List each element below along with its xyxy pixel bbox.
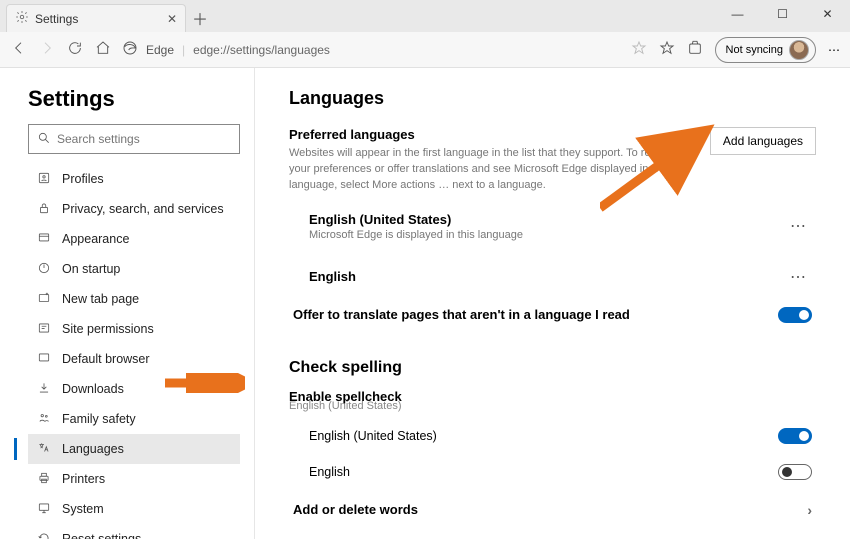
printer-icon — [36, 471, 52, 488]
sidebar-item-label: System — [62, 502, 104, 516]
settings-sidebar: Settings Profiles Privacy, search, and s… — [0, 68, 255, 539]
newtab-icon — [36, 291, 52, 308]
sidebar-item-label: Privacy, search, and services — [62, 202, 224, 216]
spellcheck-sub: English (United States) — [289, 400, 816, 412]
sidebar-item-label: New tab page — [62, 292, 139, 306]
check-spelling-heading: Check spelling — [289, 359, 816, 377]
product-label: Edge — [146, 43, 174, 57]
sidebar-item-label: Downloads — [62, 382, 124, 396]
add-languages-button[interactable]: Add languages — [710, 127, 816, 155]
back-button[interactable] — [10, 40, 28, 59]
sidebar-item-permissions[interactable]: Site permissions — [28, 314, 240, 344]
add-delete-words-row[interactable]: Add or delete words › — [289, 490, 816, 530]
language-sub: Microsoft Edge is displayed in this lang… — [309, 229, 523, 241]
browser-tab[interactable]: Settings ✕ — [6, 4, 186, 32]
forward-button — [38, 40, 56, 59]
sidebar-item-printers[interactable]: Printers — [28, 464, 240, 494]
lock-icon — [36, 201, 52, 218]
edge-logo-icon — [122, 40, 138, 59]
sidebar-item-label: Site permissions — [62, 322, 154, 336]
search-icon — [37, 131, 51, 148]
sidebar-item-languages[interactable]: Languages — [28, 434, 240, 464]
profile-icon — [36, 171, 52, 188]
sidebar-item-system[interactable]: System — [28, 494, 240, 524]
sidebar-item-startup[interactable]: On startup — [28, 254, 240, 284]
refresh-button[interactable] — [66, 40, 84, 59]
system-icon — [36, 501, 52, 518]
sidebar-item-newtab[interactable]: New tab page — [28, 284, 240, 314]
language-row: English ⋯ — [289, 259, 816, 295]
page-heading: Languages — [289, 88, 816, 109]
translate-label: Offer to translate pages that aren't in … — [293, 307, 630, 322]
minimize-button[interactable]: — — [715, 0, 760, 28]
title-bar: Settings ✕ ＋ — ☐ ✕ — [0, 0, 850, 32]
reset-icon — [36, 531, 52, 539]
sidebar-title: Settings — [28, 86, 240, 112]
sidebar-item-label: Printers — [62, 472, 105, 486]
maximize-button[interactable]: ☐ — [760, 0, 805, 28]
preferred-languages-head: Preferred languages Websites will appear… — [289, 127, 816, 194]
separator: | — [182, 43, 185, 57]
sidebar-item-label: Profiles — [62, 172, 104, 186]
spell-lang-name: English — [309, 465, 350, 479]
appearance-icon — [36, 231, 52, 248]
browser-icon — [36, 351, 52, 368]
avatar — [789, 40, 809, 60]
language-row: English (United States) Microsoft Edge i… — [289, 204, 816, 249]
preferred-label: Preferred languages — [289, 127, 692, 142]
close-window-button[interactable]: ✕ — [805, 0, 850, 28]
sidebar-item-label: Appearance — [62, 232, 129, 246]
permissions-icon — [36, 321, 52, 338]
search-settings-box[interactable] — [28, 124, 240, 154]
family-icon — [36, 411, 52, 428]
chevron-right-icon: › — [807, 502, 812, 518]
language-name: English — [309, 269, 356, 284]
home-button[interactable] — [94, 40, 112, 59]
more-actions-button[interactable]: ⋯ — [786, 267, 812, 287]
spell-lang-toggle[interactable] — [778, 464, 812, 480]
address-bar[interactable]: Edge | edge://settings/languages — [122, 40, 621, 59]
sidebar-item-label: Reset settings — [62, 532, 141, 539]
sidebar-item-label: Family safety — [62, 412, 136, 426]
sidebar-item-default[interactable]: Default browser — [28, 344, 240, 374]
spell-lang-row: English — [289, 454, 816, 490]
sidebar-item-downloads[interactable]: Downloads — [28, 374, 240, 404]
sidebar-item-family[interactable]: Family safety — [28, 404, 240, 434]
main-panel: Languages Preferred languages Websites w… — [255, 68, 850, 539]
sidebar-item-privacy[interactable]: Privacy, search, and services — [28, 194, 240, 224]
gear-icon — [15, 10, 29, 27]
sidebar-item-label: On startup — [62, 262, 120, 276]
sidebar-item-label: Default browser — [62, 352, 150, 366]
add-delete-words-label: Add or delete words — [293, 502, 418, 517]
preferred-desc: Websites will appear in the first langua… — [289, 146, 692, 194]
translate-toggle[interactable] — [778, 307, 812, 323]
power-icon — [36, 261, 52, 278]
language-icon — [36, 441, 52, 458]
translate-toggle-row: Offer to translate pages that aren't in … — [289, 295, 816, 335]
window-controls: — ☐ ✕ — [715, 0, 850, 28]
language-name: English (United States) — [309, 212, 523, 227]
tab-title: Settings — [35, 12, 78, 26]
download-icon — [36, 381, 52, 398]
more-menu-icon[interactable]: ⋯ — [828, 43, 840, 57]
search-input[interactable] — [57, 132, 231, 146]
sidebar-nav: Profiles Privacy, search, and services A… — [28, 164, 240, 539]
sync-label: Not syncing — [726, 44, 783, 56]
sidebar-item-reset[interactable]: Reset settings — [28, 524, 240, 539]
spell-lang-row: English (United States) — [289, 418, 816, 454]
sidebar-item-label: Languages — [62, 442, 124, 456]
tab-close-icon[interactable]: ✕ — [167, 12, 177, 26]
sidebar-item-profiles[interactable]: Profiles — [28, 164, 240, 194]
new-tab-button[interactable]: ＋ — [186, 4, 214, 32]
more-actions-button[interactable]: ⋯ — [786, 216, 812, 236]
star-outline-icon[interactable] — [631, 40, 647, 59]
url-text: edge://settings/languages — [193, 43, 330, 57]
spell-lang-toggle[interactable] — [778, 428, 812, 444]
spell-lang-name: English (United States) — [309, 429, 437, 443]
sidebar-item-appearance[interactable]: Appearance — [28, 224, 240, 254]
collections-icon[interactable] — [687, 40, 703, 59]
favorites-icon[interactable] — [659, 40, 675, 59]
profile-button[interactable]: Not syncing — [715, 37, 816, 63]
toolbar: Edge | edge://settings/languages Not syn… — [0, 32, 850, 68]
